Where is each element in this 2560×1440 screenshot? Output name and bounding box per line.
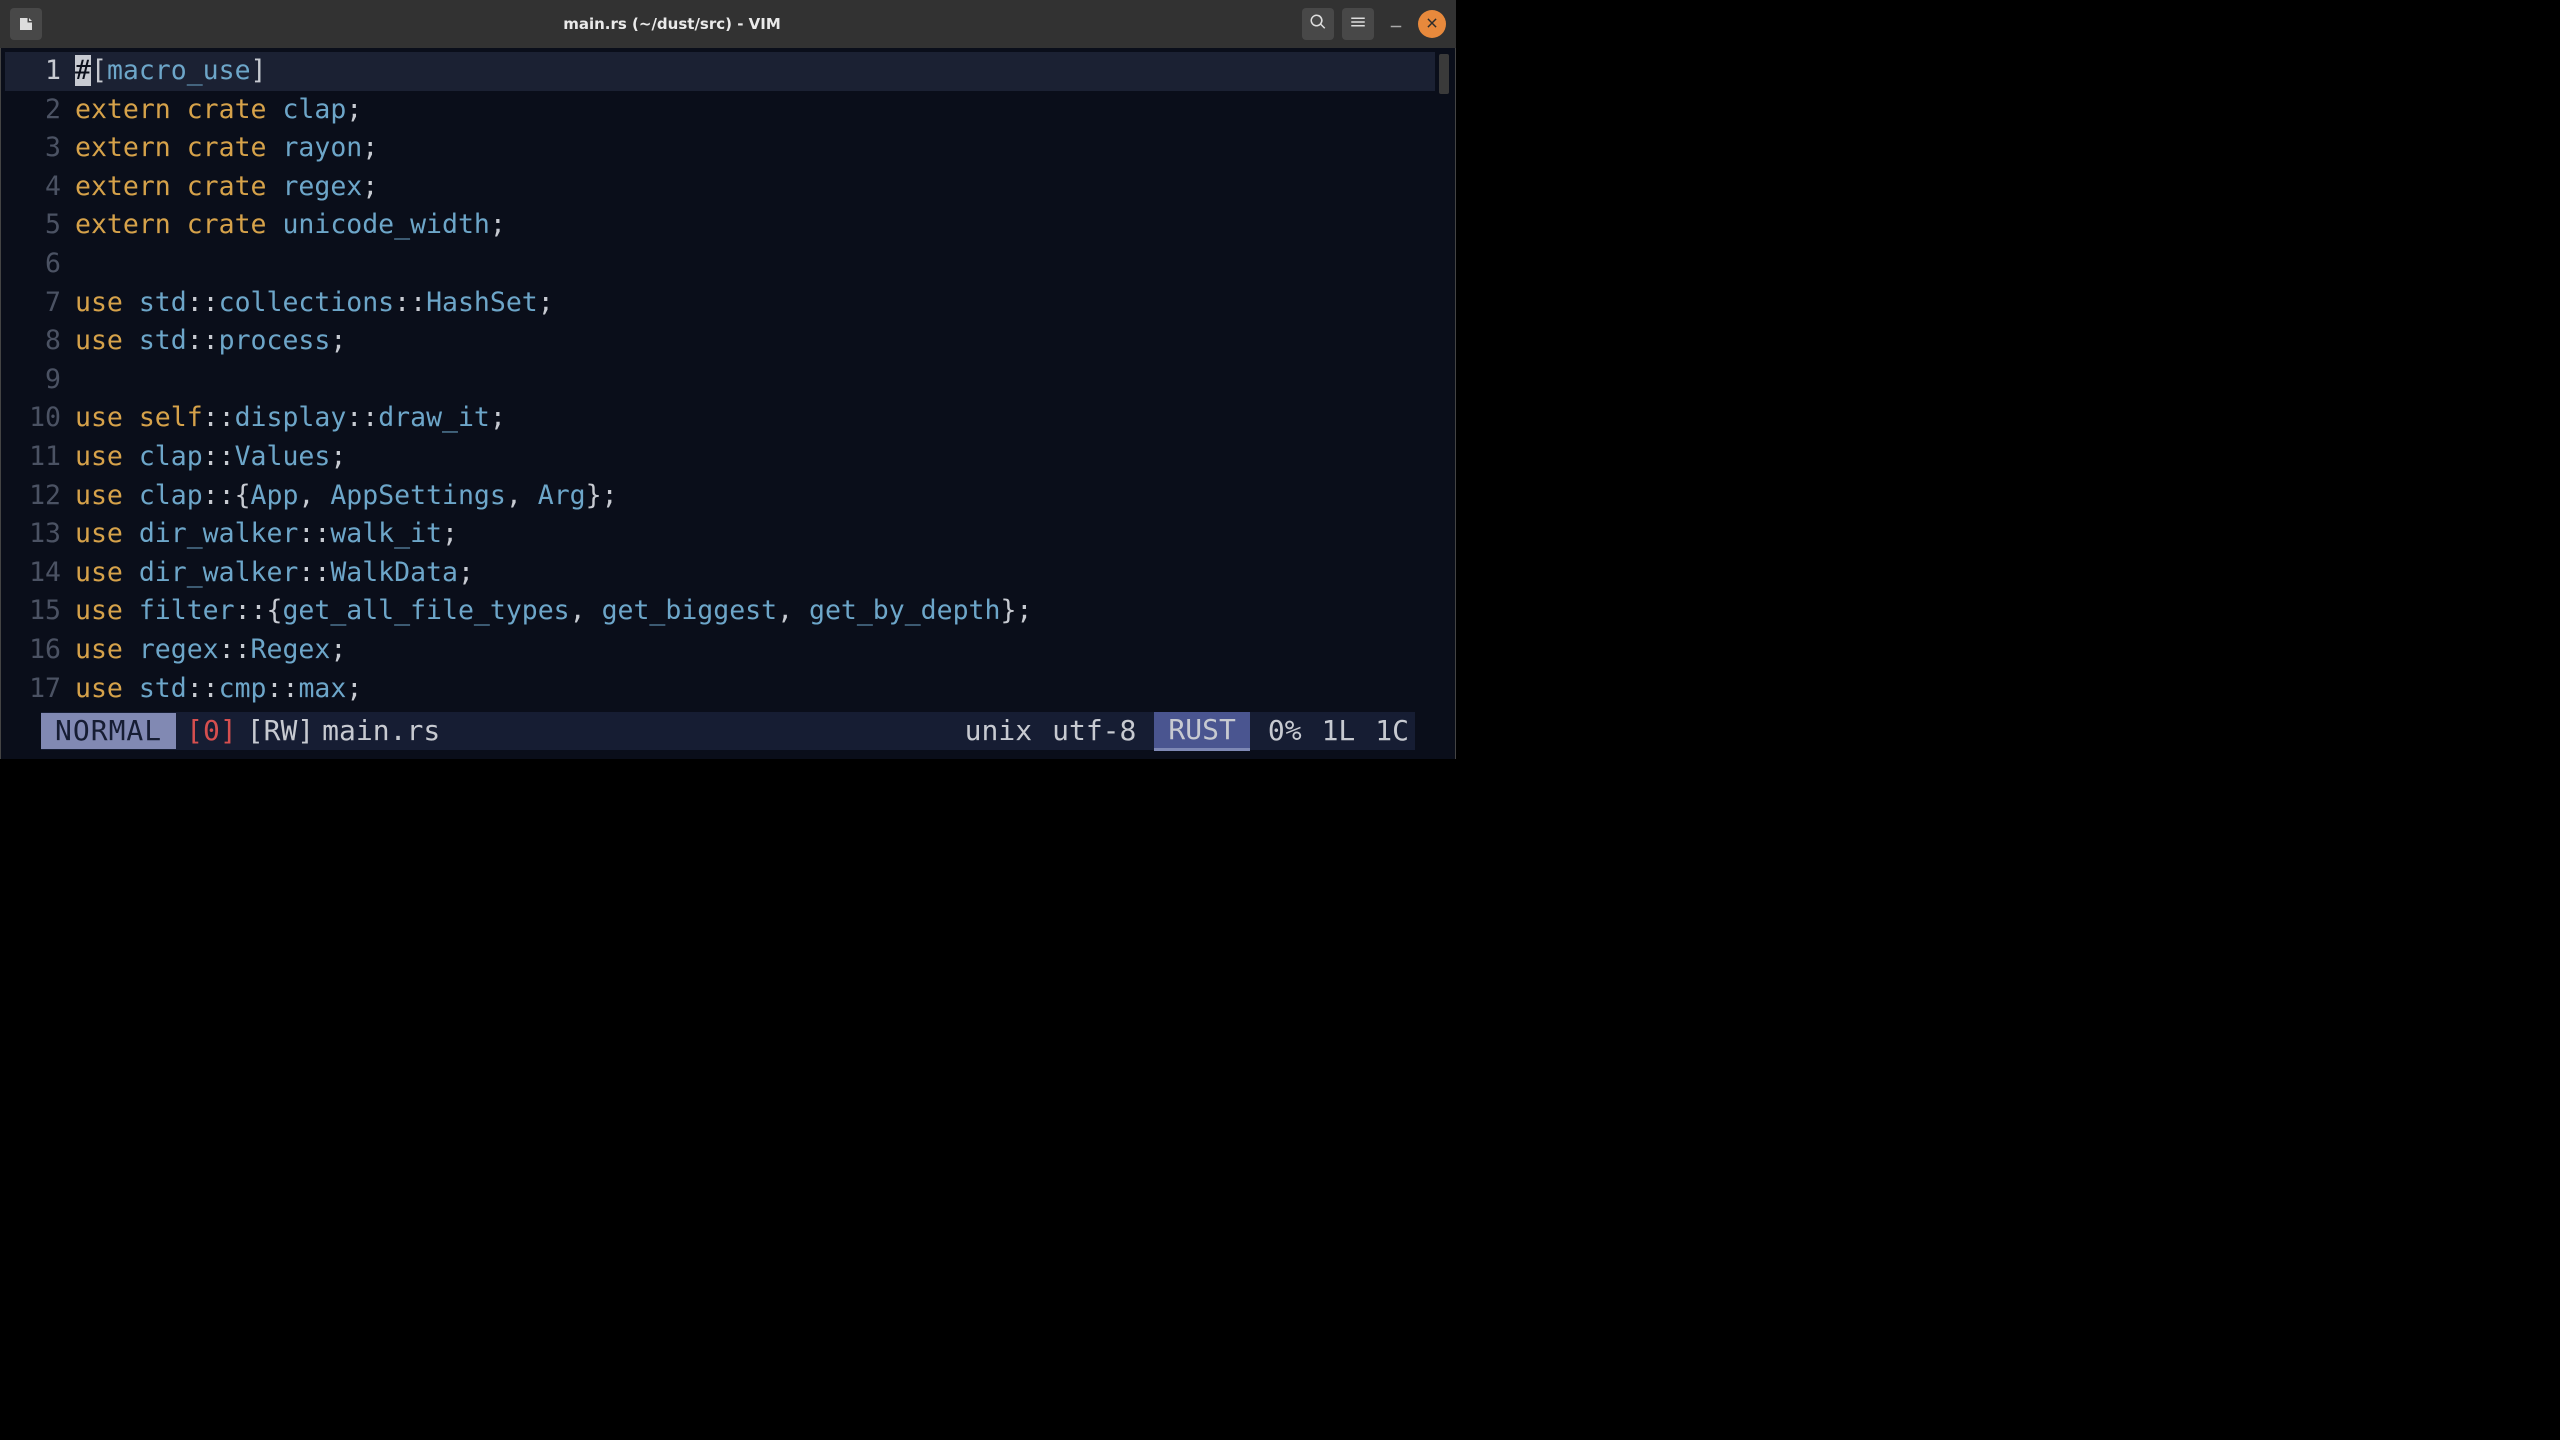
line-number-gutter: 12 (5, 477, 75, 516)
line-number-gutter: 13 (5, 515, 75, 554)
line-number-gutter: 7 (5, 284, 75, 323)
code-line[interactable]: 6 (5, 245, 1435, 284)
line-number-gutter: 14 (5, 554, 75, 593)
line-number-gutter: 11 (5, 438, 75, 477)
code-line[interactable]: 12use clap::{App, AppSettings, Arg}; (5, 477, 1435, 516)
minimize-button[interactable] (1382, 10, 1410, 38)
fileformat: unix (955, 717, 1042, 745)
code-line[interactable]: 9 (5, 361, 1435, 400)
statusline: NORMAL [0] [RW] main.rs unix utf-8 RUST … (41, 712, 1415, 750)
code-line[interactable]: 2extern crate clap; (5, 91, 1435, 130)
line-number-gutter: 1 (5, 52, 75, 91)
code-line[interactable]: 10use self::display::draw_it; (5, 399, 1435, 438)
code-area[interactable]: 1#[macro_use]2extern crate clap;3extern … (5, 52, 1435, 708)
buffer-indicator: [0] (176, 717, 247, 745)
readwrite-indicator: [RW] (247, 717, 322, 745)
close-icon (1425, 15, 1439, 34)
code-line[interactable]: 5extern crate unicode_width; (5, 206, 1435, 245)
new-tab-button[interactable] (10, 8, 42, 40)
line-number-gutter: 3 (5, 129, 75, 168)
code-content[interactable] (75, 361, 1435, 400)
code-content[interactable]: use filter::{get_all_file_types, get_big… (75, 592, 1435, 631)
menu-button[interactable] (1342, 8, 1374, 40)
code-content[interactable] (75, 245, 1435, 284)
line-number-gutter: 15 (5, 592, 75, 631)
code-line[interactable]: 13use dir_walker::walk_it; (5, 515, 1435, 554)
line-number-gutter: 4 (5, 168, 75, 207)
line-number-gutter: 6 (5, 245, 75, 284)
code-line[interactable]: 16use regex::Regex; (5, 631, 1435, 670)
code-content[interactable]: use self::display::draw_it; (75, 399, 1435, 438)
line-number-gutter: 5 (5, 206, 75, 245)
code-content[interactable]: extern crate clap; (75, 91, 1435, 130)
scrollbar-thumb[interactable] (1439, 54, 1449, 94)
code-content[interactable]: use clap::{App, AppSettings, Arg}; (75, 477, 1435, 516)
search-button[interactable] (1302, 8, 1334, 40)
minimize-icon (1387, 13, 1405, 35)
window-title: main.rs (~/dust/src) - VIM (42, 15, 1302, 33)
code-content[interactable]: use std::collections::HashSet; (75, 284, 1435, 323)
code-content[interactable]: extern crate regex; (75, 168, 1435, 207)
search-icon (1309, 13, 1327, 35)
code-content[interactable]: extern crate unicode_width; (75, 206, 1435, 245)
code-line[interactable]: 8use std::process; (5, 322, 1435, 361)
line-number-gutter: 10 (5, 399, 75, 438)
filename: main.rs (322, 717, 440, 745)
scroll-percent: 0% (1258, 717, 1312, 745)
code-content[interactable]: extern crate rayon; (75, 129, 1435, 168)
code-line[interactable]: 15use filter::{get_all_file_types, get_b… (5, 592, 1435, 631)
filetype-badge: RUST (1154, 712, 1249, 751)
line-number-gutter: 2 (5, 91, 75, 130)
column-number: 1C (1365, 717, 1415, 745)
code-line[interactable]: 7use std::collections::HashSet; (5, 284, 1435, 323)
line-number-gutter: 8 (5, 322, 75, 361)
editor-viewport[interactable]: 1#[macro_use]2extern crate clap;3extern … (0, 48, 1456, 789)
code-content[interactable]: use std::cmp::max; (75, 670, 1435, 709)
desktop-background (0, 759, 1456, 789)
line-number-gutter: 9 (5, 361, 75, 400)
code-line[interactable]: 4extern crate regex; (5, 168, 1435, 207)
code-line[interactable]: 3extern crate rayon; (5, 129, 1435, 168)
code-content[interactable]: use regex::Regex; (75, 631, 1435, 670)
close-button[interactable] (1418, 10, 1446, 38)
code-content[interactable]: use dir_walker::walk_it; (75, 515, 1435, 554)
code-line[interactable]: 11use clap::Values; (5, 438, 1435, 477)
code-content[interactable]: #[macro_use] (75, 52, 1435, 91)
hamburger-icon (1349, 13, 1367, 35)
terminal-window: main.rs (~/dust/src) - VIM (0, 0, 1456, 789)
code-line[interactable]: 14use dir_walker::WalkData; (5, 554, 1435, 593)
code-content[interactable]: use clap::Values; (75, 438, 1435, 477)
encoding: utf-8 (1042, 717, 1146, 745)
code-content[interactable]: use dir_walker::WalkData; (75, 554, 1435, 593)
line-number-gutter: 16 (5, 631, 75, 670)
line-number: 1L (1312, 717, 1366, 745)
titlebar: main.rs (~/dust/src) - VIM (0, 0, 1456, 48)
code-line[interactable]: 1#[macro_use] (5, 52, 1435, 91)
code-line[interactable]: 17use std::cmp::max; (5, 670, 1435, 709)
line-number-gutter: 17 (5, 670, 75, 709)
mode-indicator: NORMAL (41, 713, 176, 749)
code-content[interactable]: use std::process; (75, 322, 1435, 361)
